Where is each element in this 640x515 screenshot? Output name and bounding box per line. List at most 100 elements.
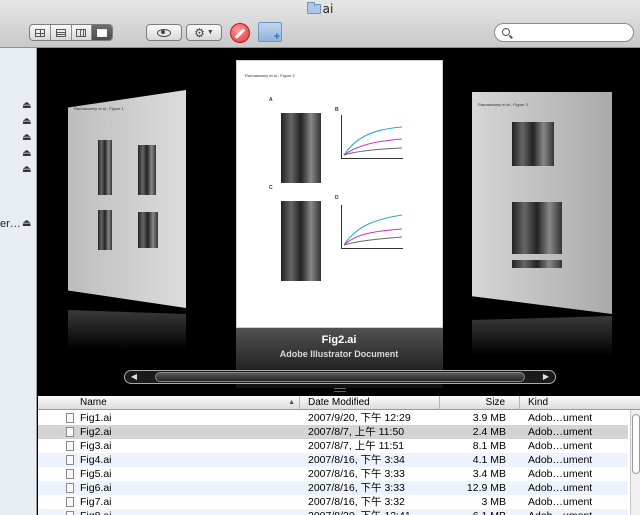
- column-header-date[interactable]: Date Modified: [300, 396, 440, 410]
- gear-icon: ⚙: [194, 25, 205, 40]
- file-size: 8.1 MB: [472, 440, 506, 452]
- window-toolbar: ai ⚙ ▼: [0, 0, 640, 48]
- gel-image: [512, 260, 562, 268]
- new-folder-button[interactable]: [258, 22, 282, 43]
- column-header-name-label: Name: [80, 397, 107, 408]
- quick-look-button[interactable]: [146, 24, 182, 41]
- table-row[interactable]: Fig8.ai 2007/8/20, 下午 12:416.1 MB Adob…ume…: [38, 509, 628, 515]
- file-name: Fig5.ai: [80, 468, 112, 480]
- coverflow-view-button[interactable]: [92, 25, 112, 40]
- line-plot: [341, 115, 403, 159]
- chevron-down-icon: ▼: [206, 29, 214, 36]
- selected-file-name: Fig2.ai: [321, 334, 357, 346]
- coverflow-view[interactable]: Ramaswamy et al., Figure 1 Ramaswamy et …: [38, 48, 640, 396]
- file-kind: Adob…ument: [528, 412, 593, 424]
- gel-image: [138, 145, 156, 195]
- coverflow-scrollbar[interactable]: ◀ ▶: [124, 370, 556, 384]
- gel-image: [281, 113, 321, 183]
- action-menu-button[interactable]: ⚙ ▼: [186, 24, 222, 41]
- eject-icon[interactable]: ⏏: [22, 116, 31, 127]
- cover-doc-heading: Ramaswamy et al., Figure 2: [245, 73, 295, 78]
- file-kind: Adob…ument: [528, 468, 593, 480]
- file-date-modified: 2007/8/7, 上午 11:51: [308, 440, 405, 452]
- panel-letter: A: [269, 97, 273, 103]
- file-kind: Adob…ument: [528, 482, 593, 494]
- panel-letter: D: [335, 195, 339, 201]
- file-date-modified: 2007/8/20, 下午 12:41: [308, 509, 440, 515]
- panel-letter: C: [269, 185, 273, 191]
- cover-doc-heading: Ramaswamy et al., Figure 1: [74, 106, 124, 111]
- list-scroll-thumb[interactable]: [632, 414, 640, 474]
- document-icon: [66, 497, 74, 507]
- icon-view-icon: [34, 28, 45, 37]
- cover-preview-left[interactable]: Ramaswamy et al., Figure 1: [68, 90, 186, 308]
- file-kind: Adob…ument: [528, 426, 593, 438]
- cover-preview-selected[interactable]: Ramaswamy et al., Figure 2 A B C D: [236, 60, 443, 328]
- list-view-button[interactable]: [51, 25, 72, 40]
- line-plot-curves: [343, 126, 403, 156]
- file-name: Fig3.ai: [80, 440, 112, 452]
- coverflow-scroll-thumb[interactable]: [155, 372, 525, 382]
- table-row[interactable]: Fig7.ai 2007/8/16, 下午 3:32 3 MB Adob…ument: [38, 495, 628, 509]
- file-kind: Adob…ument: [528, 454, 593, 466]
- scroll-right-arrow-icon[interactable]: ▶: [539, 371, 553, 383]
- file-kind: Adob…ument: [528, 440, 593, 452]
- no-entry-icon[interactable]: [230, 23, 250, 43]
- eject-icon[interactable]: ⏏: [22, 218, 31, 229]
- line-plot: [341, 205, 403, 249]
- scroll-left-arrow-icon[interactable]: ◀: [127, 371, 141, 383]
- cover-preview-right[interactable]: Ramaswamy et al., Figure 3: [472, 92, 612, 314]
- document-icon: [66, 413, 74, 423]
- eye-icon: [157, 28, 171, 37]
- file-size: 4.1 MB: [472, 454, 506, 466]
- table-row[interactable]: Fig5.ai 2007/8/16, 下午 3:33 3.4 MB Adob…umen…: [38, 467, 628, 481]
- eject-icon[interactable]: ⏏: [22, 164, 31, 175]
- file-size: 12.9 MB: [466, 482, 506, 494]
- eject-icon[interactable]: ⏏: [22, 132, 31, 143]
- list-vertical-scrollbar[interactable]: [630, 410, 640, 515]
- column-header-size[interactable]: Size: [440, 396, 520, 410]
- document-icon: [66, 469, 74, 479]
- column-header-name[interactable]: Name ▲: [38, 396, 300, 410]
- table-row[interactable]: Fig4.ai 2007/8/16, 下午 3:34 4.1 MB Adob…umen…: [38, 453, 628, 467]
- column-header-kind[interactable]: Kind: [520, 396, 628, 410]
- split-resize-handle[interactable]: [334, 388, 346, 392]
- file-kind: Adob…ument: [528, 509, 628, 515]
- icon-view-button[interactable]: [30, 25, 51, 40]
- gel-image: [512, 202, 562, 254]
- search-input[interactable]: [515, 26, 627, 40]
- eject-icon[interactable]: ⏏: [22, 100, 31, 111]
- list-view-icon: [55, 28, 66, 37]
- selected-file-kind: Adobe Illustrator Document: [279, 349, 399, 359]
- document-icon: [66, 427, 74, 437]
- coverflow-view-icon: [97, 28, 108, 37]
- file-name: Fig6.ai: [80, 482, 112, 494]
- document-icon: [66, 483, 74, 493]
- gel-image: [512, 122, 554, 166]
- document-icon: [66, 511, 74, 515]
- column-view-icon: [76, 28, 87, 37]
- eject-icon[interactable]: ⏏: [22, 148, 31, 159]
- table-row[interactable]: Fig3.ai 2007/8/7, 上午 11:51 8.1 MB Adob…umen…: [38, 439, 628, 453]
- sidebar-item-label[interactable]: er…: [0, 218, 21, 230]
- list-header: Name ▲ Date Modified Size Kind: [38, 396, 640, 410]
- column-view-button[interactable]: [72, 25, 93, 40]
- file-name: Fig2.ai: [80, 426, 112, 438]
- document-icon: [66, 441, 74, 451]
- file-size: 3.4 MB: [472, 468, 506, 480]
- search-field[interactable]: [494, 23, 634, 42]
- table-row[interactable]: Fig6.ai 2007/8/16, 下午 3:33 12.9 MB Adob…ume…: [38, 481, 628, 495]
- document-icon: [66, 455, 74, 465]
- search-icon: [502, 28, 510, 36]
- sort-ascending-icon: ▲: [288, 399, 295, 406]
- window-title-text: ai: [322, 2, 334, 16]
- file-name: Fig1.ai: [80, 412, 112, 424]
- file-date-modified: 2007/8/16, 下午 3:33: [308, 468, 405, 480]
- table-row[interactable]: Fig2.ai 2007/8/7, 上午 11:50 2.4 MB Adob…umen…: [38, 425, 628, 439]
- file-size: 6.1 MB: [440, 509, 506, 515]
- file-size: 2.4 MB: [472, 426, 506, 438]
- table-row[interactable]: Fig1.ai 2007/9/20, 下午 12:29 3.9 MB Adob…ume…: [38, 411, 628, 425]
- file-name: Fig8.ai: [80, 509, 300, 515]
- file-size: 3.9 MB: [472, 412, 506, 424]
- window-title: ai: [0, 2, 640, 16]
